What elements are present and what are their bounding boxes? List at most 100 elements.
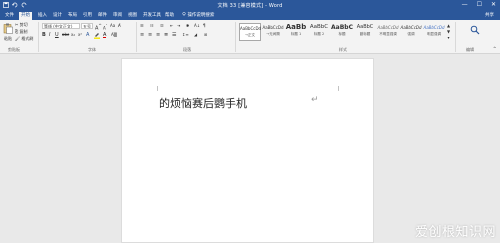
- format-painter-button[interactable]: 🖌 格式刷: [15, 36, 33, 42]
- collapse-ribbon-button[interactable]: ^: [493, 46, 496, 52]
- tab-mailings[interactable]: 邮件: [96, 12, 109, 20]
- editing-group-label: 编辑: [466, 47, 474, 52]
- style-no-spacing[interactable]: AaBbCcDd →无间隔: [262, 23, 284, 41]
- font-name-select[interactable]: 等线 (中文正文): [42, 23, 80, 29]
- tab-review[interactable]: 审阅: [111, 12, 124, 20]
- style-preview: AaBbCcDd: [423, 25, 445, 30]
- distributed-button[interactable]: ☰: [172, 32, 176, 38]
- style-preview: AaBbC: [356, 24, 374, 30]
- crop-mark-top-right: [338, 86, 339, 91]
- style-heading-2[interactable]: AaBbC 标题 2: [308, 23, 330, 41]
- clear-format-button[interactable]: A̸: [118, 23, 121, 29]
- numbering-button[interactable]: ☷: [150, 23, 154, 29]
- tab-help[interactable]: 帮助: [163, 12, 176, 20]
- style-subtitle[interactable]: AaBbC 副标题: [354, 23, 376, 41]
- separator: [136, 22, 137, 52]
- superscript-button[interactable]: x²: [78, 32, 82, 38]
- style-title[interactable]: AaBbC 标题: [331, 23, 353, 41]
- highlighter-icon: [94, 33, 100, 39]
- char-shading-button[interactable]: A▒: [111, 32, 117, 38]
- style-preview: AaBbCcDd: [400, 25, 422, 30]
- separator: [455, 22, 456, 52]
- style-name: 强调: [407, 32, 415, 36]
- separator: [235, 22, 236, 52]
- lightbulb-icon: [182, 12, 186, 16]
- minimize-button[interactable]: —: [462, 1, 468, 8]
- clipboard-group-label: 剪贴板: [8, 47, 20, 52]
- shrink-font-button[interactable]: Aˇ: [103, 23, 107, 31]
- tab-design[interactable]: 设计: [51, 12, 64, 20]
- share-button[interactable]: 共享: [485, 12, 494, 20]
- search-icon: [470, 25, 480, 35]
- style-name: 标题 2: [313, 32, 325, 36]
- tab-references[interactable]: 引用: [81, 12, 94, 20]
- tab-view[interactable]: 视图: [126, 12, 139, 20]
- paragraph-group-label: 段落: [183, 47, 191, 52]
- style-preview: AaBbC: [331, 24, 353, 31]
- style-subtle-emphasis[interactable]: AaBbCcDd 不明显强调: [377, 23, 399, 41]
- bold-button[interactable]: B: [42, 32, 46, 38]
- window-controls: — ☐ ✕: [462, 1, 496, 8]
- copy-label: 复制: [19, 29, 28, 34]
- italic-button[interactable]: I: [49, 32, 50, 38]
- font-color-button[interactable]: A: [103, 32, 107, 38]
- style-heading-1[interactable]: AaBb 标题 1: [285, 23, 307, 41]
- style-emphasis[interactable]: AaBbCcDd 强调: [400, 23, 422, 41]
- bullets-button[interactable]: ☰: [140, 23, 144, 29]
- tab-file[interactable]: 文件: [3, 12, 16, 20]
- font-group-label: 字体: [88, 47, 96, 52]
- align-left-button[interactable]: ≡: [140, 32, 144, 38]
- highlight-button[interactable]: [94, 32, 100, 41]
- copy-button[interactable]: ⎘ 复制: [15, 29, 27, 35]
- document-page[interactable]: 的烦恼赛后鹦手机 ↵: [121, 58, 374, 243]
- tab-home[interactable]: 开始: [19, 12, 32, 20]
- style-name: →正文: [245, 33, 255, 37]
- line-spacing-button[interactable]: ↕≡: [182, 32, 189, 38]
- justify-button[interactable]: ≣: [164, 32, 168, 38]
- style-preview: AaBbC: [309, 24, 329, 30]
- borders-button[interactable]: ⊞: [204, 32, 207, 38]
- style-intense-emphasis[interactable]: AaBbCcDd 明显强调: [423, 23, 445, 41]
- font-size-select[interactable]: 五号: [81, 23, 93, 29]
- format-painter-label: 格式刷: [21, 36, 34, 41]
- tab-layout[interactable]: 布局: [66, 12, 79, 20]
- title-bar: 文档 33 [兼容模式] - Word — ☐ ✕: [0, 0, 500, 11]
- tell-me-search[interactable]: 操作说明搜索: [180, 12, 216, 20]
- increase-indent-button[interactable]: ⇥: [177, 23, 180, 29]
- tab-insert[interactable]: 插入: [36, 12, 49, 20]
- separator: [38, 22, 39, 52]
- close-button[interactable]: ✕: [491, 1, 496, 8]
- subscript-button[interactable]: x₂: [71, 32, 75, 38]
- maximize-button[interactable]: ☐: [477, 1, 482, 8]
- editing-button[interactable]: [460, 25, 490, 37]
- document-text[interactable]: 的烦恼赛后鹦手机: [159, 95, 247, 111]
- styles-group-label: 样式: [339, 47, 347, 52]
- underline-button[interactable]: U: [55, 32, 59, 38]
- style-preview: AaBbCcDd: [262, 25, 284, 30]
- paste-label: 粘贴: [4, 36, 12, 41]
- shading-button[interactable]: ◢: [194, 32, 197, 38]
- tab-developer[interactable]: 开发工具: [141, 12, 163, 20]
- decrease-indent-button[interactable]: ⇤: [170, 23, 173, 29]
- cut-label: 剪切: [19, 22, 28, 27]
- strikethrough-button[interactable]: abc: [62, 32, 69, 38]
- watermark: 爱创根知识网: [414, 225, 496, 240]
- style-normal[interactable]: AaBbCcDd →正文: [239, 23, 261, 41]
- change-case-button[interactable]: Aa: [110, 23, 115, 29]
- chinese-layout-button[interactable]: ✱: [186, 23, 189, 29]
- ribbon-tabs: 文件 开始 插入 设计 布局 引用 邮件 审阅 视图 开发工具 帮助 操作说明搜…: [0, 11, 500, 20]
- align-center-button[interactable]: ≡: [148, 32, 152, 38]
- styles-scroll-buttons[interactable]: ▲ ▼ ▾: [447, 23, 450, 41]
- vertical-scrollbar[interactable]: [495, 55, 500, 243]
- multilevel-list-button[interactable]: ☲: [160, 23, 164, 29]
- sort-button[interactable]: A↓: [194, 23, 200, 29]
- grow-font-button[interactable]: A^: [95, 23, 102, 32]
- style-preview: AaBb: [285, 23, 307, 31]
- text-effects-button[interactable]: A: [86, 32, 89, 38]
- tell-me-label: 操作说明搜索: [187, 13, 215, 18]
- align-right-button[interactable]: ≡: [156, 32, 160, 38]
- window-title: 文档 33 [兼容模式] - Word: [217, 3, 283, 9]
- show-marks-button[interactable]: ¶: [203, 23, 206, 29]
- cut-button[interactable]: ✂ 剪切: [15, 22, 28, 28]
- paste-button[interactable]: 粘贴: [3, 23, 13, 42]
